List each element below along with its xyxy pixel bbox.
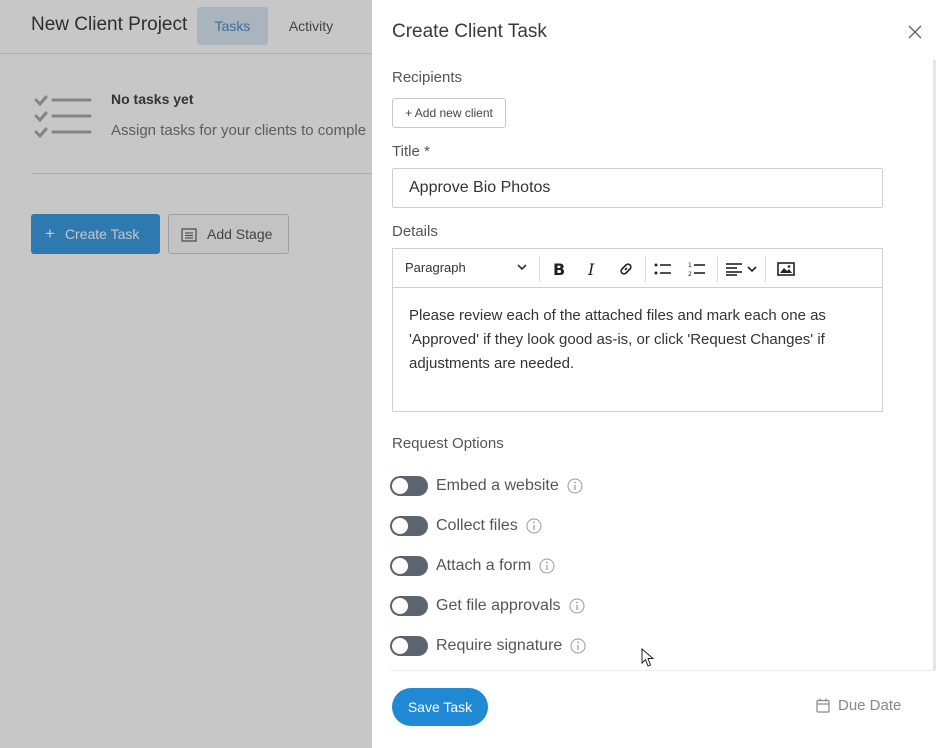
info-icon[interactable]: [526, 518, 542, 534]
italic-icon[interactable]: I: [582, 259, 602, 279]
close-icon[interactable]: [907, 24, 923, 40]
option-label: Embed a website: [436, 477, 559, 494]
add-new-client-button[interactable]: + Add new client: [392, 98, 506, 128]
svg-text:I: I: [587, 261, 595, 277]
file-approvals-toggle[interactable]: [390, 596, 428, 616]
toolbar-separator: [645, 256, 646, 282]
due-date-label: Due Date: [838, 697, 902, 714]
details-text-area[interactable]: Please review each of the attached files…: [409, 304, 869, 376]
toolbar-separator: [717, 256, 718, 282]
option-embed-website: Embed a website: [390, 474, 583, 498]
option-label: Attach a form: [436, 557, 532, 574]
paragraph-format-select[interactable]: Paragraph: [405, 259, 527, 279]
recipients-label: Recipients: [392, 69, 463, 86]
numbered-list-icon[interactable]: 12: [687, 259, 707, 279]
option-attach-form: Attach a form: [390, 554, 555, 578]
mouse-cursor-icon: [641, 648, 655, 667]
require-signature-toggle[interactable]: [390, 636, 428, 656]
text-align-dropdown[interactable]: [724, 259, 760, 279]
svg-text:2: 2: [688, 271, 692, 277]
collect-files-toggle[interactable]: [390, 516, 428, 536]
info-icon[interactable]: [539, 558, 555, 574]
option-label: Get file approvals: [436, 597, 561, 614]
editor-toolbar: Paragraph B I 12: [393, 249, 882, 288]
attach-form-toggle[interactable]: [390, 556, 428, 576]
paragraph-format-label: Paragraph: [405, 260, 466, 275]
create-task-panel: Create Client Task Recipients + Add new …: [372, 0, 936, 748]
bullet-list-icon[interactable]: [653, 259, 673, 279]
info-icon[interactable]: [569, 598, 585, 614]
title-input[interactable]: [392, 168, 883, 208]
due-date-button[interactable]: Due Date: [816, 697, 901, 714]
panel-title: Create Client Task: [392, 21, 547, 42]
calendar-icon: [816, 698, 830, 713]
option-label: Collect files: [436, 517, 518, 534]
details-label: Details: [392, 223, 438, 240]
link-icon[interactable]: [616, 259, 636, 279]
save-task-button[interactable]: Save Task: [392, 688, 488, 726]
toolbar-separator: [765, 256, 766, 282]
info-icon[interactable]: [567, 478, 583, 494]
chevron-down-icon: [517, 264, 527, 271]
insert-image-icon[interactable]: [776, 259, 796, 279]
svg-text:1: 1: [688, 262, 692, 269]
option-label: Require signature: [436, 637, 563, 654]
info-icon[interactable]: [570, 638, 586, 654]
footer-divider: [390, 670, 936, 671]
option-file-approvals: Get file approvals: [390, 594, 585, 618]
details-editor: Paragraph B I 12 Please review each of t…: [392, 248, 883, 412]
embed-website-toggle[interactable]: [390, 476, 428, 496]
option-require-signature: Require signature: [390, 634, 586, 658]
bold-icon[interactable]: B: [549, 259, 569, 279]
svg-text:B: B: [553, 261, 565, 277]
toolbar-separator: [539, 256, 540, 282]
request-options-label: Request Options: [392, 435, 504, 452]
option-collect-files: Collect files: [390, 514, 542, 538]
title-label: Title *: [392, 143, 430, 160]
